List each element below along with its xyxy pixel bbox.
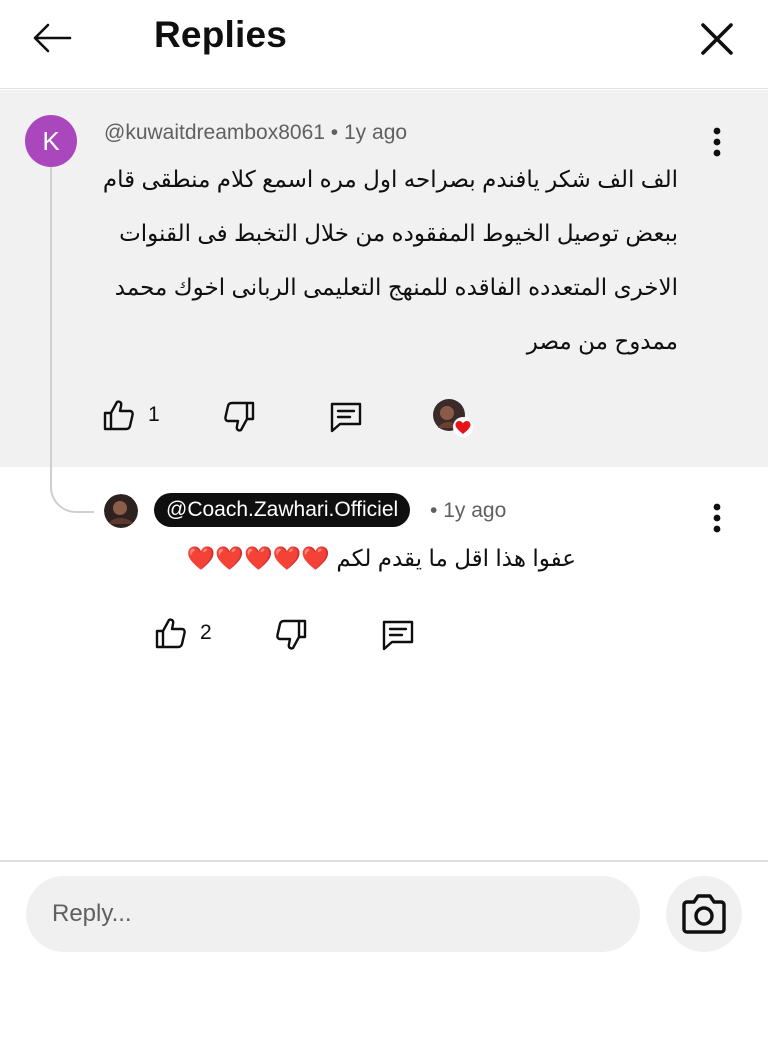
more-vert-icon [713,503,721,533]
back-button[interactable] [28,16,76,60]
like-button[interactable]: 1 [102,398,160,432]
reply-meta: • 1y ago [430,499,506,523]
creator-heart-badge[interactable] [432,398,474,440]
dislike-button[interactable] [222,400,256,434]
meta-separator: • [330,121,339,144]
comment-text: الف الف شكر يافندم بصراحه اول مره اسمع ك… [102,166,678,354]
reply-hearts: ❤️❤️❤️❤️❤️ [186,545,333,571]
reply-input[interactable] [26,876,640,952]
comment-author-handle[interactable]: @kuwaitdreambox8061 [104,121,325,144]
reply-button[interactable] [328,400,364,434]
composer-divider [0,860,768,862]
comment-timestamp: 1y ago [344,121,408,144]
reply-comment-button[interactable] [380,618,416,652]
thumbs-down-icon [276,619,307,650]
reply-like-button[interactable]: 2 [154,616,212,650]
more-vert-icon [713,127,721,157]
reply-text: عفوا هذا اقل ما يقدم لكم ❤️❤️❤️❤️❤️ [156,538,576,578]
comment-icon [330,402,362,433]
parent-comment: K @kuwaitdreambox8061 • 1y ago الف الف ش… [0,90,768,513]
thumbs-up-icon [155,618,186,649]
reply-like-count: 2 [200,621,212,644]
arrow-left-icon [33,23,72,53]
reply-message: عفوا هذا اقل ما يقدم لكم [336,545,576,571]
comment-icon [382,620,414,651]
creator-avatar-heart-icon [433,399,473,437]
thread-connector [50,166,94,513]
reply-menu-button[interactable] [702,496,732,540]
close-icon [701,23,733,55]
close-button[interactable] [692,14,742,64]
creator-handle-chip[interactable]: @Coach.Zawhari.Officiel [154,493,411,527]
comment-meta: @kuwaitdreambox8061 • 1y ago [104,121,407,145]
comment-menu-button[interactable] [702,120,732,164]
camera-button[interactable] [666,876,742,952]
thumbs-down-icon [224,401,255,432]
meta-separator: • [430,499,438,522]
reply-avatar[interactable] [104,494,138,528]
avatar[interactable]: K [25,115,77,167]
top-bar [0,0,768,89]
reply-timestamp: 1y ago [443,499,507,522]
page-title: Replies [154,14,288,55]
like-count: 1 [148,403,160,426]
thumbs-up-icon [103,400,134,431]
camera-icon [682,894,726,934]
reply-dislike-button[interactable] [274,618,308,652]
avatar-photo-icon [104,494,138,528]
